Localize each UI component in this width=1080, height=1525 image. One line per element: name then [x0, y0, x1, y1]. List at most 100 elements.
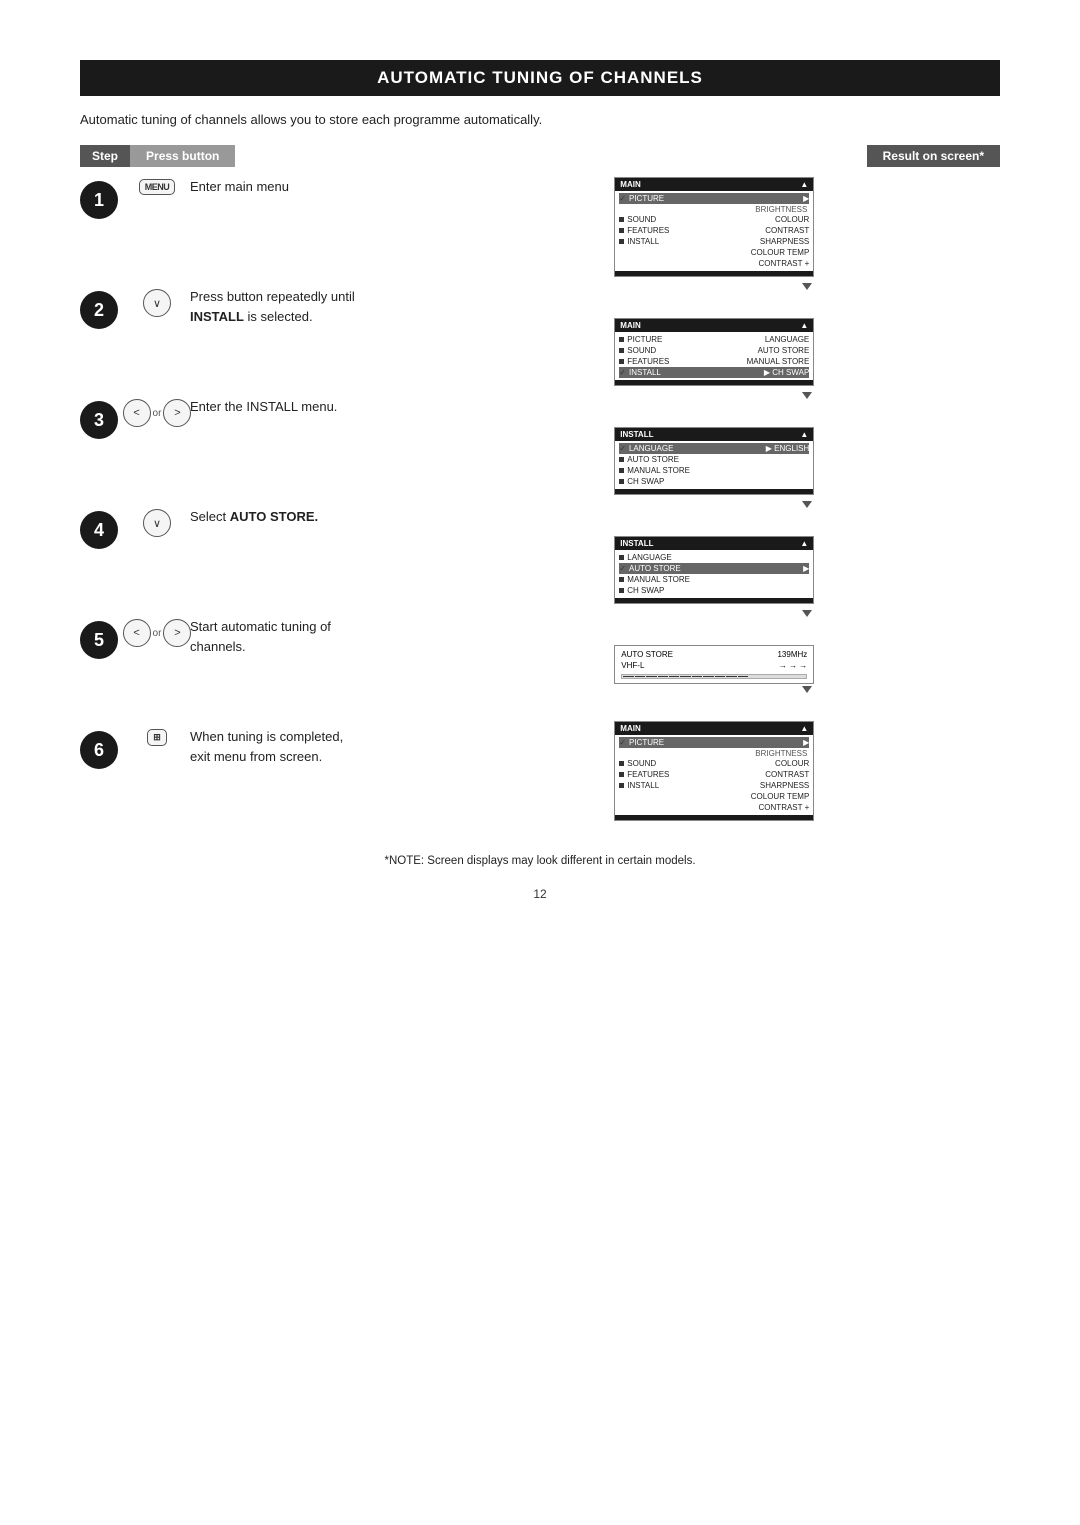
lr-button-pair-2: < or > — [123, 619, 192, 647]
seg7 — [692, 676, 702, 677]
auto-store-label: AUTO STORE — [621, 650, 673, 659]
screen-display-5: AUTO STORE 139MHz VHF-L → → → — [614, 645, 814, 684]
right-button-icon[interactable]: > — [163, 399, 191, 427]
screen-title-6: MAIN — [620, 724, 640, 733]
screen-row-install-2: ✓INSTALL ▶ CH SWAP — [619, 367, 809, 378]
screen-display-4: INSTALL ▲ LANGUAGE ✓AUTO STORE ▶ MANUAL … — [614, 536, 814, 604]
screen-row-manual-3: MANUAL STORE — [619, 465, 809, 476]
progress-segments — [622, 675, 806, 678]
screen-row-sound-1: SOUND COLOUR — [619, 214, 809, 225]
down-indicator-5 — [614, 684, 1000, 695]
install-bold: INSTALL — [190, 309, 244, 324]
step-content-6: ⊞ When tuning is completed,exit menu fro… — [132, 727, 594, 766]
step-text-5: Start automatic tuning ofchannels. — [190, 617, 331, 656]
ok-button-icon[interactable]: ⊞ — [147, 729, 167, 746]
screen-row-features-2: FEATURES MANUAL STORE — [619, 356, 809, 367]
header-row: Step Press button Result on screen* — [80, 145, 1000, 167]
step-row-1: 1 MENU Enter main menu — [80, 177, 594, 257]
step-text-6: When tuning is completed,exit menu from … — [190, 727, 343, 766]
step-row-2: 2 ∨ Press button repeatedly until INSTAL… — [80, 287, 594, 367]
down-indicator-2 — [614, 390, 1000, 401]
note-text: *NOTE: Screen displays may look differen… — [80, 855, 1000, 867]
screen-header-1: MAIN ▲ — [615, 178, 813, 191]
page-title: AUTOMATIC TUNING OF CHANNELS — [80, 60, 1000, 96]
step-row-5: 5 < or > Start automatic tuning ofchanne… — [80, 617, 594, 697]
seg11 — [738, 676, 748, 677]
step-icon-1: MENU — [132, 179, 182, 195]
screen-row-auto-4: ✓AUTO STORE ▶ — [619, 563, 809, 574]
step-text-1: Enter main menu — [190, 177, 289, 197]
step-content-1: MENU Enter main menu — [132, 177, 594, 197]
intro-text: Automatic tuning of channels allows you … — [80, 112, 1000, 127]
step-icon-3: < or > — [132, 399, 182, 427]
step-number-3: 3 — [80, 401, 118, 439]
left-button-icon[interactable]: < — [123, 399, 151, 427]
step-number-4: 4 — [80, 511, 118, 549]
screen-body-4: LANGUAGE ✓AUTO STORE ▶ MANUAL STORE CH S… — [615, 550, 813, 598]
screen-group-4: INSTALL ▲ LANGUAGE ✓AUTO STORE ▶ MANUAL … — [614, 536, 1000, 619]
screen-row-lang-3: ✓LANGUAGE ▶ ENGLISH — [619, 443, 809, 454]
or-label: or — [153, 408, 162, 419]
seg9 — [715, 676, 725, 677]
seg13 — [761, 676, 771, 677]
step-icon-6: ⊞ — [132, 729, 182, 746]
triangle-4 — [802, 610, 812, 617]
seg15 — [783, 676, 793, 677]
step-row-4: 4 ∨ Select AUTO STORE. — [80, 507, 594, 587]
screen-title-2: MAIN — [620, 321, 640, 330]
right-button-icon-2[interactable]: > — [163, 619, 191, 647]
seg10 — [726, 676, 736, 677]
left-button-icon-2[interactable]: < — [123, 619, 151, 647]
down-button-icon[interactable]: ∨ — [143, 289, 171, 317]
seg2 — [635, 676, 645, 677]
screen-row-install-1: INSTALL SHARPNESS — [619, 236, 809, 247]
screen-row-features-1: FEATURES CONTRAST — [619, 225, 809, 236]
seg5 — [669, 676, 679, 677]
screen-footer-2 — [615, 380, 813, 385]
up-arrow-3: ▲ — [800, 430, 808, 439]
up-arrow-1: ▲ — [800, 180, 808, 189]
step-text-2: Press button repeatedly until INSTALL is… — [190, 287, 355, 326]
screen-title-3: INSTALL — [620, 430, 653, 439]
screen-body-3: ✓LANGUAGE ▶ ENGLISH AUTO STORE MANUAL ST… — [615, 441, 813, 489]
step-icon-4: ∨ — [132, 509, 182, 537]
screen-row-lang-4: LANGUAGE — [619, 552, 809, 563]
step-number-2: 2 — [80, 291, 118, 329]
step-number-5: 5 — [80, 621, 118, 659]
screen-footer-1 — [615, 271, 813, 276]
vhf-label: VHF-L — [621, 661, 644, 670]
screen-row-features-6: FEATURES CONTRAST — [619, 769, 809, 780]
screen-row-picture-2: PICTURE LANGUAGE — [619, 334, 809, 345]
up-arrow-2: ▲ — [800, 321, 808, 330]
screen-display-3: INSTALL ▲ ✓LANGUAGE ▶ ENGLISH AUTO STORE… — [614, 427, 814, 495]
left-column: 1 MENU Enter main menu 2 ∨ Press button … — [80, 177, 614, 843]
screen-group-3: INSTALL ▲ ✓LANGUAGE ▶ ENGLISH AUTO STORE… — [614, 427, 1000, 510]
seg1 — [623, 676, 633, 677]
screen-display-6: MAIN ▲ ✓PICTURE ▶ BRIGHTNESS SOUND COLOU… — [614, 721, 814, 821]
step-content-5: < or > Start automatic tuning ofchannels… — [132, 617, 594, 656]
step-icon-2: ∨ — [132, 289, 182, 317]
right-column: MAIN ▲ ✓PICTURE ▶ BRIGHTNESS SOUND COLOU… — [614, 177, 1000, 843]
screen-header-4: INSTALL ▲ — [615, 537, 813, 550]
screen-row-colourtemp-1: COLOUR TEMP — [619, 247, 809, 258]
step-content-3: < or > Enter the INSTALL menu. — [132, 397, 594, 427]
down-button-icon-2[interactable]: ∨ — [143, 509, 171, 537]
screen-row-colourtemp-6: COLOUR TEMP — [619, 791, 809, 802]
step-text-3: Enter the INSTALL menu. — [190, 397, 337, 417]
screen-row-auto-3: AUTO STORE — [619, 454, 809, 465]
step-content-4: ∨ Select AUTO STORE. — [132, 507, 594, 537]
step-row-6: 6 ⊞ When tuning is completed,exit menu f… — [80, 727, 594, 807]
seg4 — [658, 676, 668, 677]
screen-footer-6 — [615, 815, 813, 820]
step-icon-5: < or > — [132, 619, 182, 647]
triangle-1 — [802, 283, 812, 290]
triangle-2 — [802, 392, 812, 399]
arrows-label: → → → — [779, 661, 807, 670]
screen-header-3: INSTALL ▲ — [615, 428, 813, 441]
step-text-4: Select AUTO STORE. — [190, 507, 318, 527]
screen-header-6: MAIN ▲ — [615, 722, 813, 735]
seg6 — [680, 676, 690, 677]
triangle-5 — [802, 686, 812, 693]
screen-row-sound-6: SOUND COLOUR — [619, 758, 809, 769]
menu-button-icon[interactable]: MENU — [139, 179, 176, 195]
